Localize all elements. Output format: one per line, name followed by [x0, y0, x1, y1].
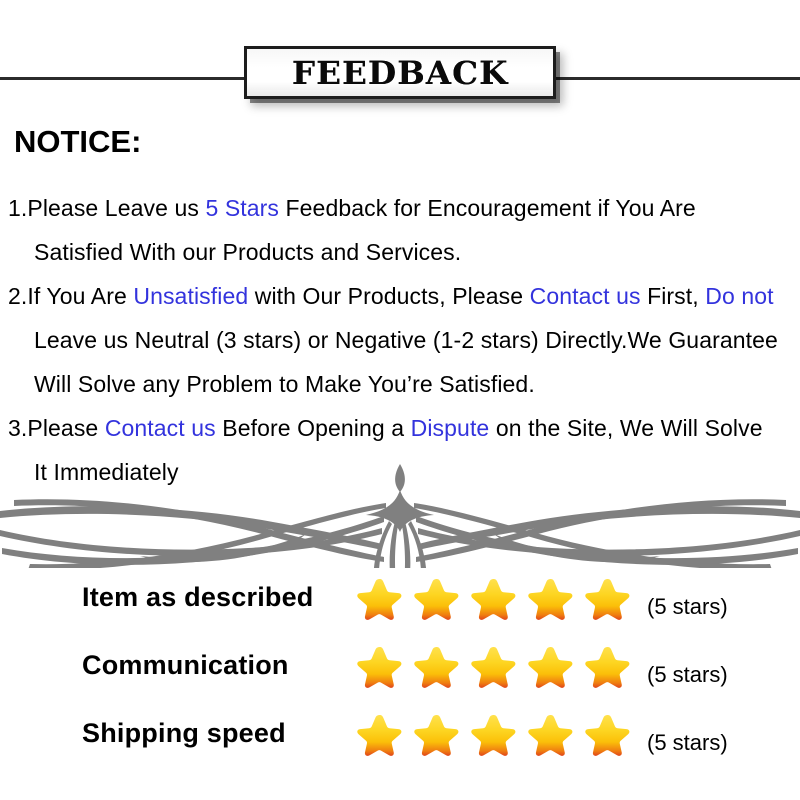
rating-label: Item as described [82, 582, 314, 612]
notice-line: Leave us Neutral (3 stars) or Negative (… [8, 318, 800, 362]
star-rating [356, 576, 632, 624]
star-icon [357, 647, 402, 688]
notice-highlight-text: Contact us [529, 283, 641, 309]
rating-count-label: (5 stars) [647, 662, 728, 687]
notice-text: on the Site, We Will Solve [489, 415, 763, 441]
notice-highlight-text: 5 Stars [205, 195, 280, 221]
star-icon [471, 579, 516, 620]
header-rule-right [552, 77, 800, 80]
star-rating [356, 712, 632, 760]
notice-text: 1.Please Leave us [8, 195, 206, 221]
rating-count-label: (5 stars) [647, 730, 728, 755]
star-icon [414, 715, 459, 756]
star-icon [585, 647, 630, 688]
star-icon [471, 647, 516, 688]
header-banner-area: FEEDBACK [0, 0, 800, 118]
rating-count-label: (5 stars) [647, 594, 728, 619]
notice-text: Before Opening a [215, 415, 411, 441]
star-icon [414, 579, 459, 620]
ornament-divider [0, 458, 800, 582]
star-icon [357, 579, 402, 620]
notice-highlight-text: Unsatisfied [133, 283, 249, 309]
notice-text: Satisfied With our Products and Services… [34, 239, 462, 265]
star-icon [528, 647, 573, 688]
feedback-banner: FEEDBACK [244, 46, 556, 99]
rating-label: Shipping speed [82, 718, 286, 748]
notice-text: with Our Products, Please [248, 283, 530, 309]
filigree-flourish-icon [0, 464, 800, 582]
notice-text: 3.Please [8, 415, 105, 441]
notice-line: 1.Please Leave us 5 Stars Feedback for E… [8, 186, 800, 230]
star-icon [585, 715, 630, 756]
rating-label: Communication [82, 650, 289, 680]
banner-title: FEEDBACK [291, 53, 509, 92]
star-icon [528, 715, 573, 756]
notice-heading: NOTICE: [14, 124, 142, 159]
ratings-section: Item as described (5 stars) Communication (… [0, 572, 800, 776]
notice-highlight-text: Contact us [104, 415, 216, 441]
star-icon [471, 715, 516, 756]
notice-text: Feedback for Encouragement if You Are [279, 195, 696, 221]
notice-line: 3.Please Contact us Before Opening a Dis… [8, 406, 800, 450]
star-rating [356, 644, 632, 692]
rating-row: Shipping speed (5 stars) [0, 708, 800, 776]
notice-text: Will Solve any Problem to Make You’re Sa… [34, 371, 535, 397]
notice-highlight-text: Do not [705, 283, 774, 309]
notice-highlight-text: Dispute [410, 415, 490, 441]
notice-text: Leave us Neutral (3 stars) or Negative (… [34, 327, 778, 353]
star-icon [357, 715, 402, 756]
star-icon [414, 647, 459, 688]
notice-line: Will Solve any Problem to Make You’re Sa… [8, 362, 800, 406]
notice-text: First, [640, 283, 706, 309]
notice-line: 2.If You Are Unsatisfied with Our Produc… [8, 274, 800, 318]
notice-text: 2.If You Are [8, 283, 134, 309]
rating-row: Communication (5 stars) [0, 640, 800, 708]
star-icon [585, 579, 630, 620]
rating-row: Item as described (5 stars) [0, 572, 800, 640]
notice-line: Satisfied With our Products and Services… [8, 230, 800, 274]
notice-list: 1.Please Leave us 5 Stars Feedback for E… [8, 186, 800, 494]
star-icon [528, 579, 573, 620]
header-rule-left [0, 77, 248, 80]
